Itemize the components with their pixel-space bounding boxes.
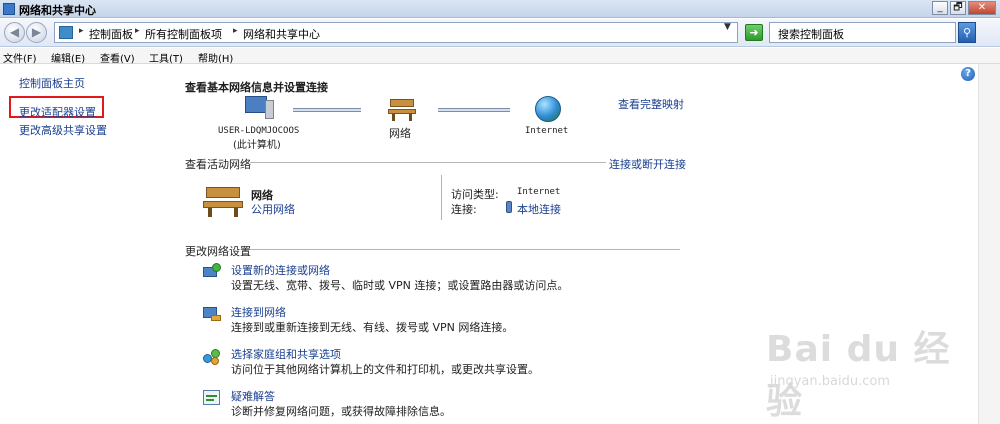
menu-edit[interactable]: 编辑(E) xyxy=(51,50,85,65)
address-bar[interactable]: ▸ 控制面板 ▸ 所有控制面板项 ▸ 网络和共享中心 xyxy=(54,22,738,43)
bench-network-icon xyxy=(388,97,416,121)
baidu-watermark: Bai du 经验 jingyan.baidu.com xyxy=(766,320,976,422)
breadcrumb-separator-icon[interactable]: ▸ xyxy=(233,26,238,36)
bench-network-large-icon xyxy=(203,185,243,217)
page-title: 查看基本网络信息并设置连接 xyxy=(185,81,328,94)
new-connection-icon xyxy=(203,263,221,281)
local-connection-link[interactable]: 本地连接 xyxy=(517,201,561,217)
connect-disconnect-link[interactable]: 连接或断开连接 xyxy=(609,156,686,172)
task-setup-connection-link[interactable]: 设置新的连接或网络 xyxy=(231,262,330,278)
access-type-label: 访问类型: xyxy=(451,188,499,201)
menu-tools[interactable]: 工具(T) xyxy=(149,50,183,65)
refresh-icon[interactable]: ➜ xyxy=(745,24,763,41)
breadcrumb-all-items[interactable]: 所有控制面板项 xyxy=(145,26,222,42)
breadcrumb-separator-icon[interactable]: ▸ xyxy=(79,26,84,36)
computer-icon xyxy=(245,96,275,120)
sidebar-change-advanced-sharing[interactable]: 更改高级共享设置 xyxy=(19,122,107,138)
task-troubleshoot-link[interactable]: 疑难解答 xyxy=(231,388,275,404)
breadcrumb-control-panel[interactable]: 控制面板 xyxy=(89,26,133,42)
active-networks-label: 查看活动网络 xyxy=(185,158,251,171)
network-center-icon xyxy=(3,3,15,15)
vertical-divider xyxy=(441,175,442,220)
see-full-map-link[interactable]: 查看完整映射 xyxy=(618,96,684,112)
task-connect-network-desc: 连接到或重新连接到无线、有线、拨号或 VPN 网络连接。 xyxy=(231,321,514,334)
task-setup-connection-desc: 设置无线、宽带、拨号、临时或 VPN 连接；或设置路由器或访问点。 xyxy=(231,279,569,292)
breadcrumb-separator-icon[interactable]: ▸ xyxy=(135,26,140,36)
watermark-logo-text: Bai du 经验 xyxy=(766,329,951,422)
window-title: 网络和共享中心 xyxy=(19,4,96,17)
sidebar-control-panel-home[interactable]: 控制面板主页 xyxy=(19,75,85,91)
section-divider xyxy=(250,249,680,250)
change-settings-label: 更改网络设置 xyxy=(185,245,251,258)
restore-button[interactable]: 🗗 xyxy=(950,1,966,15)
task-homegroup-link[interactable]: 选择家庭组和共享选项 xyxy=(231,346,341,362)
search-icon[interactable]: ⚲ xyxy=(958,22,976,43)
task-connect-network-link[interactable]: 连接到网络 xyxy=(231,304,286,320)
address-toolbar: ◀ ▶ ▸ 控制面板 ▸ 所有控制面板项 ▸ 网络和共享中心 ▼ ➜ 搜索控制面… xyxy=(0,19,1000,47)
control-panel-icon xyxy=(59,26,73,39)
close-button[interactable]: ✕ xyxy=(968,1,996,15)
menu-file[interactable]: 文件(F) xyxy=(3,50,37,65)
breadcrumb-network-center[interactable]: 网络和共享中心 xyxy=(243,26,320,42)
connect-network-icon xyxy=(203,305,221,323)
forward-button[interactable]: ▶ xyxy=(26,22,47,43)
connection-line xyxy=(438,108,510,112)
minimize-button[interactable]: _ xyxy=(932,1,948,15)
task-homegroup-desc: 访问位于其他网络计算机上的文件和打印机，或更改共享设置。 xyxy=(231,363,539,376)
search-input[interactable]: 搜索控制面板 xyxy=(769,22,956,43)
access-type-value: Internet xyxy=(517,187,561,197)
network-map-label: 网络 xyxy=(389,127,411,140)
vertical-scrollbar[interactable] xyxy=(978,64,1000,424)
troubleshoot-icon xyxy=(203,389,221,407)
homegroup-icon xyxy=(203,347,221,365)
help-icon[interactable]: ? xyxy=(961,67,975,81)
connection-line xyxy=(293,108,361,112)
menu-bar: 文件(F) 编辑(E) 查看(V) 工具(T) 帮助(H) xyxy=(0,48,1000,65)
menu-view[interactable]: 查看(V) xyxy=(100,50,135,65)
address-dropdown-icon[interactable]: ▼ xyxy=(724,22,731,32)
network-type-link[interactable]: 公用网络 xyxy=(251,201,295,217)
computer-name: USER-LDQMJOCOOS xyxy=(218,126,300,136)
title-bar: 网络和共享中心 _ 🗗 ✕ xyxy=(0,0,1000,18)
computer-sub-label: (此计算机) xyxy=(233,140,281,151)
internet-map-label: Internet xyxy=(525,126,569,136)
task-troubleshoot-desc: 诊断并修复网络问题，或获得故障排除信息。 xyxy=(231,405,451,418)
internet-globe-icon xyxy=(535,96,561,122)
watermark-url: jingyan.baidu.com xyxy=(770,374,890,389)
ethernet-icon xyxy=(506,201,512,213)
section-divider xyxy=(250,162,606,163)
connections-label: 连接: xyxy=(451,203,477,216)
sidebar-change-adapter-settings[interactable]: 更改适配器设置 xyxy=(19,104,96,120)
menu-help[interactable]: 帮助(H) xyxy=(198,50,233,65)
back-button[interactable]: ◀ xyxy=(4,22,25,43)
